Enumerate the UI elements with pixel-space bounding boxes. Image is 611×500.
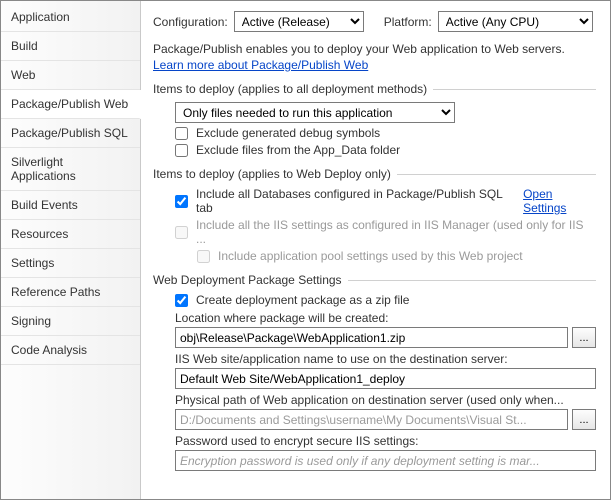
platform-select[interactable]: Active (Any CPU) [438,11,593,32]
include-apppool-label: Include application pool settings used b… [218,249,523,263]
configuration-select[interactable]: Active (Release) [234,11,364,32]
items-to-deploy-select[interactable]: Only files needed to run this applicatio… [175,102,455,123]
password-input[interactable] [175,450,596,471]
location-browse-button[interactable]: ... [572,327,596,348]
sidebar-item-settings[interactable]: Settings [1,249,140,278]
exclude-debug-checkbox[interactable] [175,127,188,140]
sidebar-item-package-publish-web[interactable]: Package/Publish Web [1,90,141,119]
intro-text: Package/Publish enables you to deploy yo… [153,42,596,56]
include-iis-label: Include all the IIS settings as configur… [196,218,596,246]
exclude-appdata-checkbox[interactable] [175,144,188,157]
sidebar-item-resources[interactable]: Resources [1,220,140,249]
iis-name-caption: IIS Web site/application name to use on … [175,352,596,366]
exclude-appdata-label: Exclude files from the App_Data folder [196,143,400,157]
section-header-all-methods: Items to deploy (applies to all deployme… [153,82,596,96]
create-zip-checkbox[interactable] [175,294,188,307]
sidebar-item-application[interactable]: Application [1,3,140,32]
physical-path-browse-button[interactable]: ... [572,409,596,430]
configuration-label: Configuration: [153,15,228,29]
location-input[interactable] [175,327,568,348]
include-databases-checkbox[interactable] [175,195,188,208]
main-panel: Configuration: Active (Release) Platform… [141,1,610,499]
sidebar-item-signing[interactable]: Signing [1,307,140,336]
create-zip-label: Create deployment package as a zip file [196,293,409,307]
include-iis-checkbox [175,226,188,239]
open-settings-link[interactable]: Open Settings [523,187,596,215]
iis-name-input[interactable] [175,368,596,389]
sidebar: Application Build Web Package/Publish We… [1,1,141,499]
section-header-web-deploy: Items to deploy (applies to Web Deploy o… [153,167,596,181]
learn-more-link[interactable]: Learn more about Package/Publish Web [153,58,368,72]
location-caption: Location where package will be created: [175,311,596,325]
exclude-debug-label: Exclude generated debug symbols [196,126,380,140]
sidebar-item-web[interactable]: Web [1,61,140,90]
sidebar-item-build-events[interactable]: Build Events [1,191,140,220]
section-header-package-settings: Web Deployment Package Settings [153,273,596,287]
sidebar-item-silverlight[interactable]: Silverlight Applications [1,148,140,191]
sidebar-item-package-publish-sql[interactable]: Package/Publish SQL [1,119,140,148]
include-apppool-checkbox [197,250,210,263]
physical-path-caption: Physical path of Web application on dest… [175,393,596,407]
include-databases-label: Include all Databases configured in Pack… [196,187,509,215]
password-caption: Password used to encrypt secure IIS sett… [175,434,596,448]
platform-label: Platform: [384,15,432,29]
sidebar-item-reference-paths[interactable]: Reference Paths [1,278,140,307]
sidebar-item-build[interactable]: Build [1,32,140,61]
sidebar-item-code-analysis[interactable]: Code Analysis [1,336,140,365]
physical-path-input [175,409,568,430]
